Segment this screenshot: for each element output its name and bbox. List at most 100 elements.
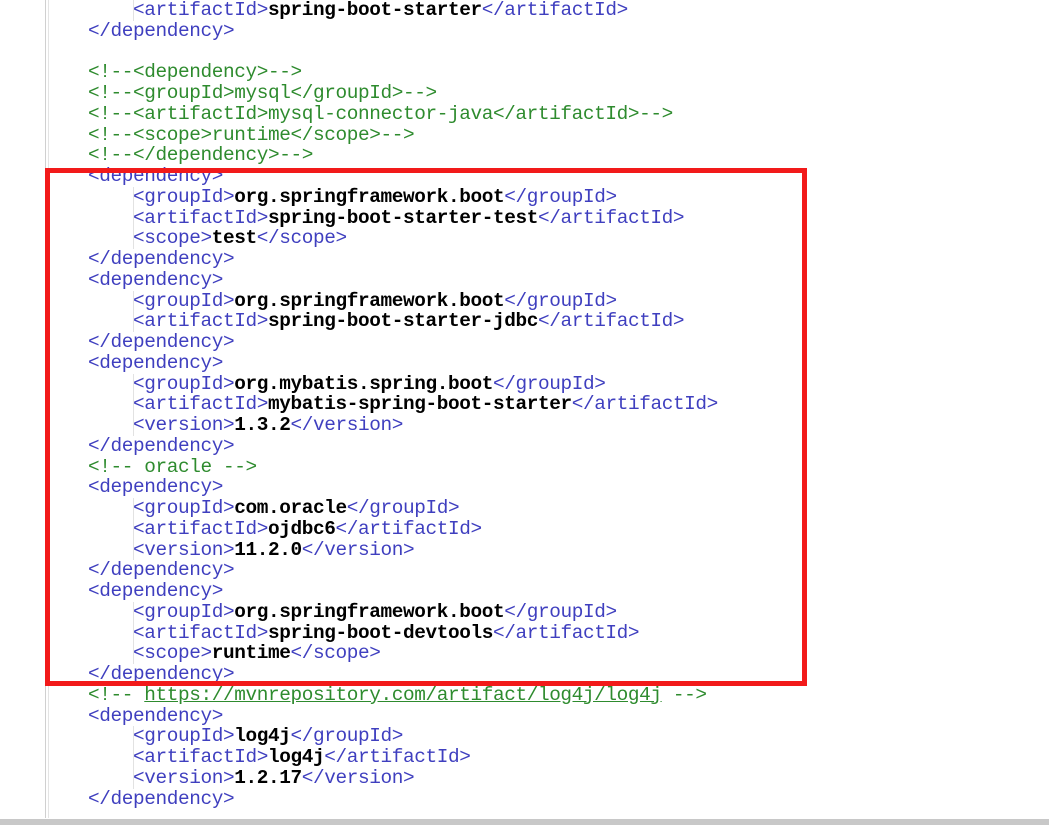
code-token-tag: </groupId> bbox=[504, 185, 617, 208]
code-line[interactable]: <groupId>org.mybatis.spring.boot</groupI… bbox=[0, 372, 1049, 395]
code-line[interactable]: <!-- https://mvnrepository.com/artifact/… bbox=[0, 683, 1049, 706]
code-token-link[interactable]: https://mvnrepository.com/artifact/log4j… bbox=[144, 684, 662, 706]
code-token-tag: </version> bbox=[301, 538, 415, 561]
code-line[interactable]: <dependency> bbox=[0, 166, 1049, 187]
code-token-val: log4j bbox=[234, 725, 291, 748]
code-line[interactable] bbox=[0, 42, 1049, 63]
code-line[interactable]: </dependency> bbox=[0, 560, 1049, 581]
code-line[interactable]: <!--<dependency>--> bbox=[0, 62, 1049, 83]
code-token-tag: </version> bbox=[301, 766, 415, 789]
code-token-tag: </artifactId> bbox=[537, 310, 685, 333]
code-token-tag: <version> bbox=[133, 538, 235, 561]
code-token-val: mybatis-spring-boot-starter bbox=[267, 393, 572, 416]
code-token-tag: </artifactId> bbox=[324, 746, 471, 768]
code-token-tag: <groupId> bbox=[133, 289, 235, 312]
code-token-tag: <groupId> bbox=[133, 600, 235, 623]
code-token-val: runtime bbox=[211, 642, 291, 665]
code-token-tag: <groupId> bbox=[133, 725, 235, 748]
code-token-val: spring-boot-starter bbox=[267, 0, 482, 21]
code-line[interactable]: </dependency> bbox=[0, 664, 1049, 685]
code-token-tag: </groupId> bbox=[504, 600, 617, 623]
code-token-tag: </artifactId> bbox=[481, 0, 629, 21]
code-token-tag: </dependency> bbox=[88, 331, 235, 353]
code-token-tag: </dependency> bbox=[88, 248, 235, 270]
code-token-comment: --> bbox=[661, 683, 707, 706]
code-token-comment: <!--<scope>runtime</scope>--> bbox=[88, 123, 415, 146]
code-token-val: test bbox=[211, 227, 257, 250]
code-token-tag: </artifactId> bbox=[571, 393, 719, 416]
code-line[interactable]: <artifactId>mybatis-spring-boot-starter<… bbox=[0, 394, 1049, 415]
code-editor[interactable]: <artifactId>spring-boot-starter</artifac… bbox=[0, 0, 1049, 825]
code-token-tag: </artifactId> bbox=[537, 206, 685, 229]
code-line[interactable]: <artifactId>ojdbc6</artifactId> bbox=[0, 517, 1049, 540]
code-line[interactable]: <dependency> bbox=[0, 351, 1049, 374]
code-token-tag: <dependency> bbox=[88, 580, 223, 602]
code-token-val: 1.2.17 bbox=[234, 766, 302, 789]
code-line[interactable]: <dependency> bbox=[0, 477, 1049, 498]
code-token-tag: <dependency> bbox=[88, 351, 223, 374]
code-line[interactable]: <version>1.3.2</version> bbox=[0, 415, 1049, 436]
code-token-tag: </dependency> bbox=[88, 787, 235, 810]
code-line[interactable]: <!-- oracle --> bbox=[0, 455, 1049, 478]
code-line[interactable]: <groupId>org.springframework.boot</group… bbox=[0, 600, 1049, 623]
code-line[interactable]: </dependency> bbox=[0, 332, 1049, 353]
code-line[interactable]: <groupId>log4j</groupId> bbox=[0, 726, 1049, 747]
code-line[interactable]: <dependency> bbox=[0, 269, 1049, 291]
code-token-tag: <artifactId> bbox=[133, 393, 268, 416]
code-token-tag: </groupId> bbox=[492, 372, 606, 395]
code-line[interactable]: </dependency> bbox=[0, 787, 1049, 810]
code-token-val: 1.3.2 bbox=[234, 414, 291, 436]
code-token-comment: <!-- oracle --> bbox=[88, 455, 257, 478]
code-line[interactable]: <groupId>org.springframework.boot</group… bbox=[0, 185, 1049, 208]
code-line[interactable]: </dependency> bbox=[0, 20, 1049, 42]
code-token-tag: </groupId> bbox=[290, 725, 404, 748]
code-token-comment: <!-- bbox=[88, 683, 145, 706]
code-line[interactable]: <artifactId>spring-boot-devtools</artifa… bbox=[0, 621, 1049, 644]
code-token-val: org.mybatis.spring.boot bbox=[234, 372, 493, 395]
code-token-val: spring-boot-starter-test bbox=[267, 206, 538, 229]
code-line[interactable]: <scope>test</scope> bbox=[0, 228, 1049, 249]
code-line[interactable]: <artifactId>log4j</artifactId> bbox=[0, 747, 1049, 768]
code-token-tag: </artifactId> bbox=[492, 621, 640, 644]
code-token-val: com.oracle bbox=[234, 497, 347, 519]
code-token-tag: <version> bbox=[133, 414, 235, 436]
code-token-val: spring-boot-starter-jdbc bbox=[267, 310, 538, 333]
code-line[interactable]: <dependency> bbox=[0, 581, 1049, 602]
code-line[interactable]: </dependency> bbox=[0, 435, 1049, 457]
code-token-tag: </version> bbox=[290, 414, 404, 436]
code-token-tag: <version> bbox=[133, 766, 235, 789]
code-line[interactable]: <artifactId>spring-boot-starter</artifac… bbox=[0, 0, 1049, 21]
code-token-val: spring-boot-devtools bbox=[267, 621, 493, 644]
code-token-val: org.springframework.boot bbox=[234, 600, 505, 623]
code-line[interactable]: <dependency> bbox=[0, 704, 1049, 727]
code-line[interactable]: <artifactId>spring-boot-starter-test</ar… bbox=[0, 206, 1049, 229]
code-line[interactable]: <artifactId>spring-boot-starter-jdbc</ar… bbox=[0, 311, 1049, 332]
code-line[interactable]: <version>1.2.17</version> bbox=[0, 766, 1049, 789]
code-line[interactable]: <!--<groupId>mysql</groupId>--> bbox=[0, 83, 1049, 104]
code-line[interactable]: <version>11.2.0</version> bbox=[0, 538, 1049, 561]
code-line[interactable]: <!--<scope>runtime</scope>--> bbox=[0, 123, 1049, 146]
code-line[interactable]: <scope>runtime</scope> bbox=[0, 643, 1049, 664]
code-token-val: org.springframework.boot bbox=[234, 185, 505, 208]
code-token-val: 11.2.0 bbox=[234, 538, 302, 561]
code-token-tag: <groupId> bbox=[133, 372, 235, 395]
code-token-tag: </scope> bbox=[256, 227, 347, 250]
code-text-area[interactable]: <artifactId>spring-boot-starter</artifac… bbox=[0, 0, 1049, 809]
code-token-tag: </groupId> bbox=[504, 289, 617, 312]
code-line[interactable]: <!--<artifactId>mysql-connector-java</ar… bbox=[0, 103, 1049, 125]
code-token-tag: </dependency> bbox=[88, 559, 235, 582]
code-token-tag: </groupId> bbox=[346, 497, 460, 519]
code-token-tag: <artifactId> bbox=[133, 0, 268, 21]
code-line[interactable]: </dependency> bbox=[0, 249, 1049, 270]
code-token-tag: <dependency> bbox=[88, 704, 223, 727]
code-line[interactable]: <!--</dependency>--> bbox=[0, 145, 1049, 166]
code-token-val: log4j bbox=[267, 746, 325, 768]
code-line[interactable]: <groupId>com.oracle</groupId> bbox=[0, 498, 1049, 519]
code-token-tag: <groupId> bbox=[133, 497, 235, 519]
code-token-val: ojdbc6 bbox=[267, 517, 336, 540]
code-token-tag: <artifactId> bbox=[133, 206, 268, 229]
code-line[interactable]: <groupId>org.springframework.boot</group… bbox=[0, 289, 1049, 312]
code-token-tag: <groupId> bbox=[133, 185, 235, 208]
code-token-tag: <dependency> bbox=[88, 476, 223, 499]
code-token-tag: <artifactId> bbox=[133, 517, 268, 540]
